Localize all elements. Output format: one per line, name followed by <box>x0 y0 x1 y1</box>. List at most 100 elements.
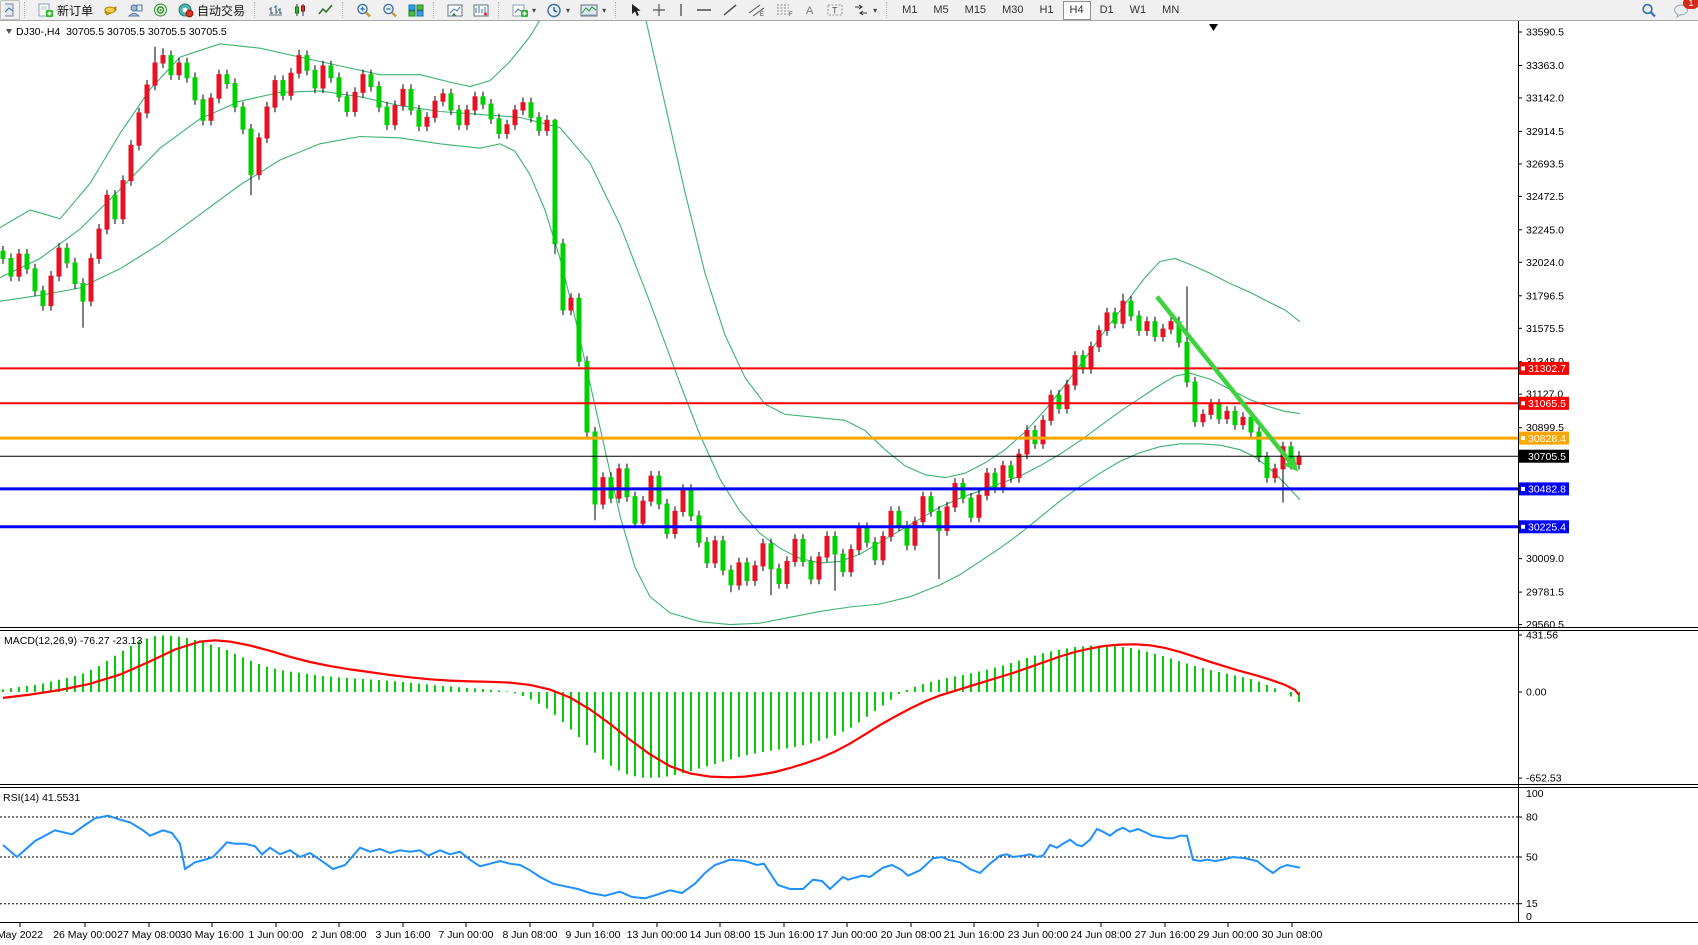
vertical-line-button[interactable] <box>671 0 691 20</box>
svg-text:431.56: 431.56 <box>1526 630 1558 642</box>
indicator-window-icon <box>447 4 463 16</box>
chart-window-button[interactable] <box>0 0 20 20</box>
svg-text:32024.0: 32024.0 <box>1526 257 1564 269</box>
svg-text:0: 0 <box>1526 911 1532 923</box>
toolbar-separator <box>615 2 621 18</box>
timeframe-d1[interactable]: D1 <box>1093 1 1121 20</box>
indicator-list-button[interactable] <box>468 0 494 20</box>
svg-text:29 Jun 00:00: 29 Jun 00:00 <box>1198 929 1259 941</box>
toolbar-separator <box>433 2 439 18</box>
text-button[interactable]: A <box>799 0 822 20</box>
add-indicator-icon <box>512 4 529 17</box>
search-button[interactable] <box>1636 0 1662 20</box>
timeframe-w1[interactable]: W1 <box>1123 1 1154 20</box>
bar-chart-icon <box>269 5 283 16</box>
new-order-button[interactable]: 新订单 <box>33 0 98 20</box>
notifications-button[interactable]: 1 <box>1668 0 1698 20</box>
rsi-label: RSI(14) 41.5531 <box>3 792 80 804</box>
dropdown-caret: ▾ <box>532 5 537 15</box>
timeframe-h4[interactable]: H4 <box>1062 0 1091 20</box>
svg-text:50: 50 <box>1526 852 1538 864</box>
text-label-button[interactable]: T <box>822 0 848 20</box>
dropdown-caret: ▾ <box>873 5 878 15</box>
channel-button[interactable]: E <box>743 0 771 20</box>
new-order-icon <box>38 3 53 17</box>
svg-text:14 Jun 08:00: 14 Jun 08:00 <box>690 929 751 941</box>
dropdown-caret: ▾ <box>602 5 607 15</box>
svg-text:30225.4: 30225.4 <box>1528 522 1566 534</box>
timeframe-mn[interactable]: MN <box>1155 1 1186 20</box>
line-chart-mode-button[interactable] <box>313 0 338 20</box>
svg-text:29781.5: 29781.5 <box>1526 587 1564 599</box>
period-button[interactable]: ▾ <box>541 0 575 20</box>
quotes-button[interactable] <box>98 0 123 20</box>
svg-text:23 Jun 00:00: 23 Jun 00:00 <box>1008 929 1069 941</box>
add-indicator-button[interactable]: ▾ <box>507 0 541 20</box>
horizontal-line-button[interactable] <box>691 0 717 20</box>
bar-chart-mode-button[interactable] <box>263 0 288 20</box>
template-button[interactable]: ▾ <box>575 0 611 20</box>
timeframe-m30[interactable]: M30 <box>995 1 1030 20</box>
candlestick-mode-button[interactable] <box>288 0 313 20</box>
svg-text:9 Jun 16:00: 9 Jun 16:00 <box>566 929 621 941</box>
timeframe-h1[interactable]: H1 <box>1032 1 1060 20</box>
search-icon <box>1642 3 1656 17</box>
indicator-window-button[interactable] <box>442 0 468 20</box>
svg-text:0.00: 0.00 <box>1526 687 1547 699</box>
trendline-button[interactable] <box>717 0 743 20</box>
equidistant-channel-icon: E <box>748 4 765 17</box>
zoom-out-button[interactable] <box>377 0 403 20</box>
symbol-info: DJ30-,H4 30705.5 30705.5 30705.5 30705.5 <box>16 26 227 38</box>
vertical-line-icon <box>680 4 682 16</box>
svg-text:T: T <box>832 6 838 16</box>
navigator-button[interactable] <box>148 0 173 20</box>
svg-text:30 Jun 08:00: 30 Jun 08:00 <box>1262 929 1323 941</box>
svg-text:31575.5: 31575.5 <box>1526 323 1564 335</box>
svg-text:15: 15 <box>1526 898 1538 910</box>
svg-text:31302.7: 31302.7 <box>1528 363 1566 375</box>
svg-text:31065.5: 31065.5 <box>1528 398 1566 410</box>
timeframe-m5[interactable]: M5 <box>926 1 955 20</box>
trendline-icon <box>723 4 737 16</box>
timeframe-m1[interactable]: M1 <box>895 1 924 20</box>
svg-text:27 May 08:00: 27 May 08:00 <box>117 929 181 941</box>
cursor-button[interactable] <box>624 0 647 20</box>
fibonacci-icon: F <box>777 4 793 17</box>
toolbar-separator <box>24 2 30 18</box>
svg-text:32472.5: 32472.5 <box>1526 191 1564 203</box>
svg-text:31796.5: 31796.5 <box>1526 290 1564 302</box>
zoom-in-button[interactable] <box>351 0 377 20</box>
svg-text:33590.5: 33590.5 <box>1526 27 1564 39</box>
tile-windows-icon <box>408 4 424 16</box>
autotrade-label: 自动交易 <box>197 3 246 18</box>
svg-text:33142.0: 33142.0 <box>1526 92 1564 104</box>
timeframe-m15[interactable]: M15 <box>958 1 993 20</box>
svg-text:8 Jun 08:00: 8 Jun 08:00 <box>503 929 558 941</box>
svg-text:32914.5: 32914.5 <box>1526 126 1564 138</box>
chart-area[interactable]: 33590.5 33363.0 33142.0 32914.5 32693.5 32472… <box>0 0 1698 945</box>
svg-text:A: A <box>806 5 814 17</box>
cursor-icon <box>632 4 641 16</box>
autotrade-button[interactable]: 自动交易 <box>173 0 250 20</box>
svg-text:13 Jun 00:00: 13 Jun 00:00 <box>627 929 688 941</box>
tile-windows-button[interactable] <box>403 0 429 20</box>
toolbar-separator <box>254 2 260 18</box>
toolbar-separator <box>498 2 504 18</box>
market-watch-icon <box>128 4 143 17</box>
autotrade-icon <box>178 3 194 17</box>
toolbar-separator <box>886 2 892 18</box>
svg-text:30 May 16:00: 30 May 16:00 <box>180 929 244 941</box>
new-order-label: 新订单 <box>57 3 94 18</box>
fibonacci-button[interactable]: F <box>771 0 799 20</box>
svg-text:33363.0: 33363.0 <box>1526 60 1564 72</box>
chart-partial-icon <box>5 3 14 17</box>
macd-label: MACD(12,26,9) -76.27 -23.13 <box>4 635 142 647</box>
svg-text:-652.53: -652.53 <box>1526 773 1562 785</box>
crosshair-button[interactable] <box>647 0 671 20</box>
svg-text:32245.0: 32245.0 <box>1526 224 1564 236</box>
market-watch-button[interactable] <box>123 0 148 20</box>
arrows-button[interactable]: ▾ <box>848 0 882 20</box>
clock-icon <box>547 3 561 17</box>
mt4-window: 33590.5 33363.0 33142.0 32914.5 32693.5 32472… <box>0 0 1698 945</box>
svg-text:80: 80 <box>1526 812 1538 824</box>
